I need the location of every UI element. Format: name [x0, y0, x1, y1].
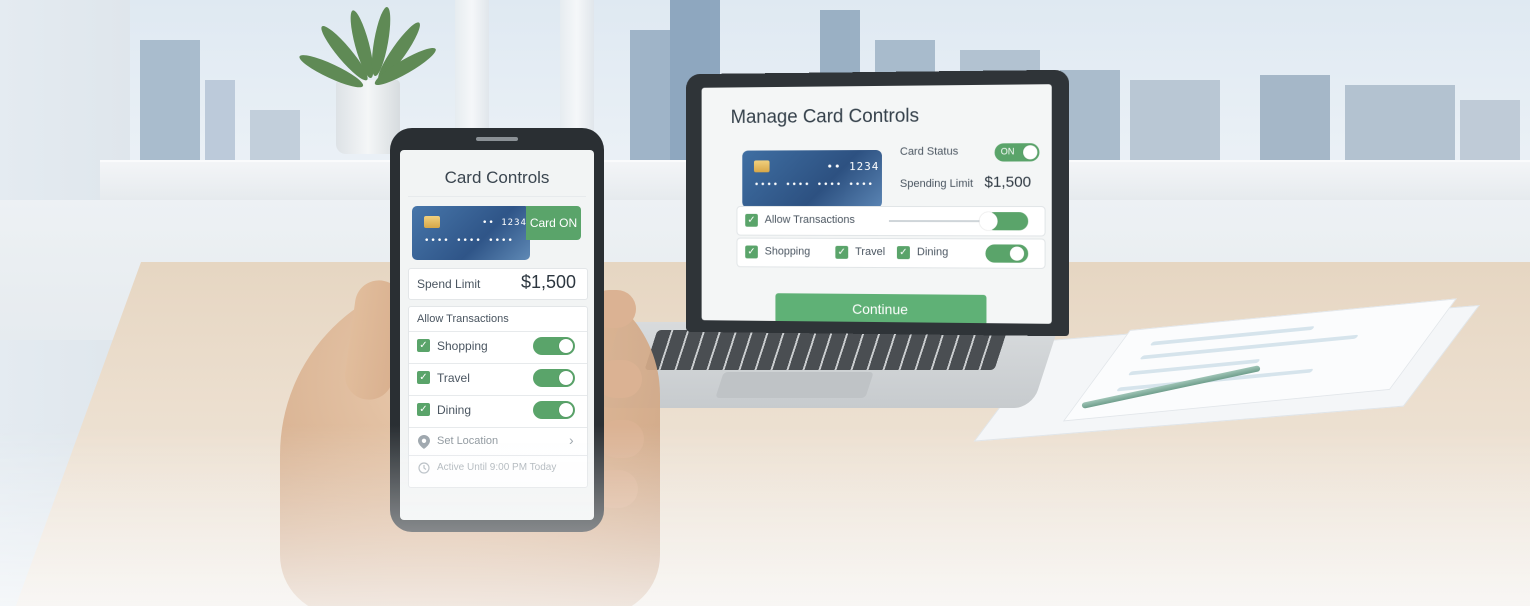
divider [408, 196, 586, 197]
card-chip-icon [424, 216, 440, 228]
allow-transactions-checkbox[interactable]: ✓ [745, 213, 758, 227]
toggle-knob [559, 371, 573, 385]
spend-limit-row[interactable]: Spend Limit $1,500 [408, 268, 588, 300]
toggle-knob [559, 339, 573, 353]
clock-icon [418, 462, 430, 474]
shopping-label: Shopping [764, 245, 811, 258]
phone-title: Card Controls [444, 168, 550, 187]
dining-toggle[interactable] [533, 401, 575, 419]
shopping-checkbox[interactable]: ✓ [745, 245, 758, 259]
laptop: Manage Card Controls •• 1234 •••• •••• •… [686, 69, 1070, 337]
shopping-label: Shopping [437, 339, 488, 353]
divider [409, 395, 587, 396]
card-last-digits: •• 1234 [826, 159, 880, 174]
allow-transactions-panel: Allow Transactions ✓ Shopping ✓ Travel ✓… [408, 306, 588, 488]
credit-card: •• 1234 •••• •••• •••• [412, 206, 530, 260]
transactions-slider-track[interactable] [888, 220, 986, 223]
toggle-knob [559, 403, 573, 417]
card-last-digits: •• 1234 [482, 218, 527, 228]
checkmark-icon[interactable]: ✓ [417, 371, 430, 384]
laptop-display: Manage Card Controls •• 1234 •••• •••• •… [701, 84, 1052, 324]
category-row: ✓ Shopping ✓ Travel ✓ Dining [736, 237, 1046, 269]
travel-label: Travel [437, 371, 470, 385]
card-number-masked: •••• •••• •••• [424, 236, 514, 246]
shopping-toggle[interactable] [533, 337, 575, 355]
phone: Card Controls •• 1234 •••• •••• •••• Car… [390, 128, 604, 532]
travel-checkbox[interactable]: ✓ [835, 245, 849, 259]
toggle-knob [1009, 246, 1025, 261]
travel-toggle[interactable] [533, 369, 575, 387]
card-chip-icon [753, 160, 770, 173]
spending-limit-value: $1,500 [984, 173, 1032, 191]
allow-transactions-label: Allow Transactions [417, 313, 509, 325]
laptop-trackpad [715, 372, 874, 398]
finger [598, 420, 644, 458]
allow-transactions-row: ✓ Allow Transactions [736, 205, 1046, 237]
phone-screen: Card Controls •• 1234 •••• •••• •••• Car… [400, 150, 594, 520]
phone-speaker [476, 137, 518, 141]
card-status-toggle[interactable]: ON [994, 143, 1040, 162]
divider [409, 455, 587, 456]
divider [409, 363, 587, 364]
travel-label: Travel [855, 245, 886, 259]
checkmark-icon[interactable]: ✓ [417, 403, 430, 416]
checkmark-icon[interactable]: ✓ [417, 339, 430, 352]
page-title: Manage Card Controls [730, 105, 920, 128]
active-until-label: Active Until 9:00 PM Today [437, 462, 557, 473]
allow-transactions-label: Allow Transactions [764, 213, 855, 226]
dining-label: Dining [437, 403, 472, 417]
card-on-toggle[interactable]: Card ON [526, 206, 581, 240]
divider [409, 331, 587, 332]
categories-toggle[interactable] [985, 244, 1029, 263]
card-number-masked: •••• •••• •••• •••• [753, 180, 874, 191]
continue-button[interactable]: Continue [775, 293, 987, 324]
card-status-label: Card Status [899, 145, 959, 158]
spending-limit-label: Spending Limit [899, 177, 974, 190]
dining-label: Dining [916, 246, 949, 259]
divider [409, 427, 587, 428]
toggle-knob [1023, 145, 1038, 160]
allow-transactions-toggle[interactable] [979, 212, 1029, 231]
spend-limit-value: $1,500 [521, 272, 577, 292]
card-status-value: ON [1000, 146, 1015, 157]
scene: Manage Card Controls •• 1234 •••• •••• •… [0, 0, 1530, 606]
set-location-label: Set Location [437, 435, 499, 447]
spend-limit-label: Spend Limit [417, 277, 481, 291]
dining-checkbox[interactable]: ✓ [896, 246, 910, 260]
location-pin-icon [418, 435, 430, 449]
chevron-right-icon: › [569, 432, 574, 448]
credit-card: •• 1234 •••• •••• •••• •••• [742, 149, 882, 209]
laptop-keyboard [644, 330, 1008, 370]
slider-handle[interactable] [979, 212, 998, 231]
